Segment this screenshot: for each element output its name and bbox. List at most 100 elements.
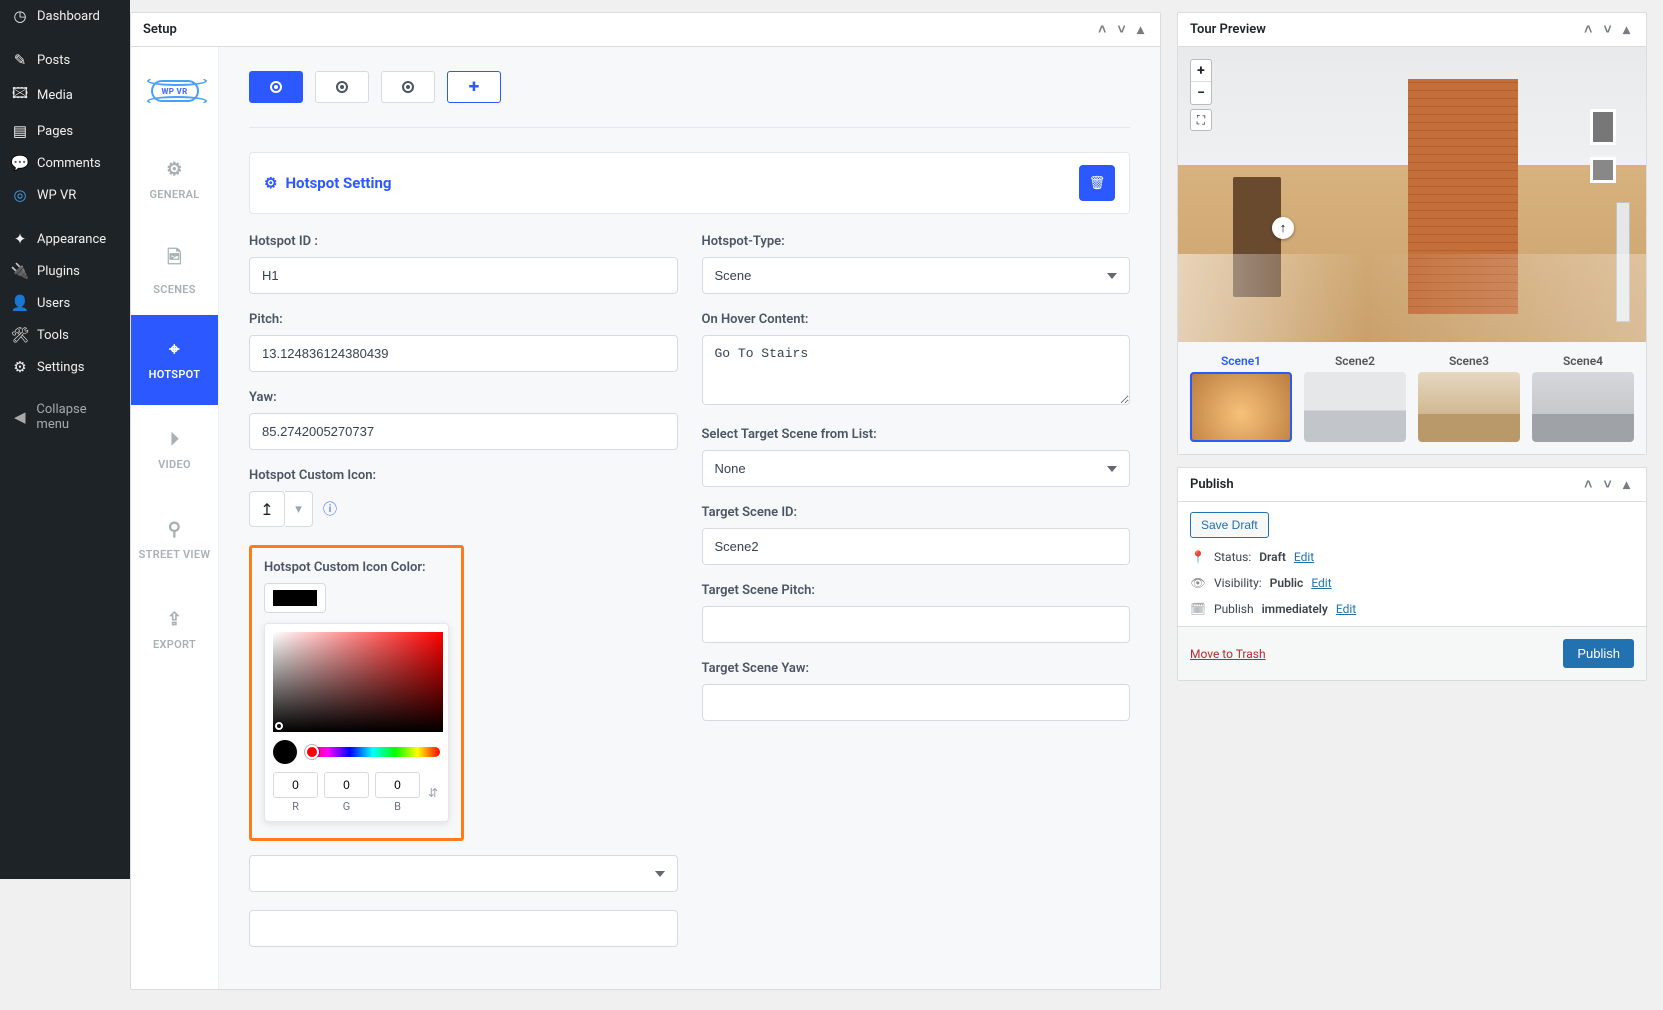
chevron-down-icon: ▾ xyxy=(295,502,302,517)
streetview-icon: ⚲ xyxy=(168,519,181,540)
extra-select-1[interactable] xyxy=(249,855,678,892)
scene-thumb-1[interactable]: Scene1 xyxy=(1190,354,1292,442)
zoom-out-button[interactable]: − xyxy=(1191,82,1211,104)
settings-icon: ⚙ xyxy=(10,358,30,376)
arrow-up-icon: ↥ xyxy=(260,500,273,519)
scene-thumb-4[interactable]: Scene4 xyxy=(1532,354,1634,442)
pitch-label: Pitch: xyxy=(249,312,678,327)
hotspot-type-label: Hotspot-Type: xyxy=(702,234,1131,249)
fullscreen-button[interactable]: ⛶ xyxy=(1190,109,1212,131)
wp-admin-sidebar: ◷Dashboard ✎Posts 🖾Media ▤Pages 💬Comment… xyxy=(0,0,130,879)
hotspot-type-select[interactable]: Scene xyxy=(702,257,1131,294)
pin-icon: ✎ xyxy=(10,51,30,69)
nav-wpvr[interactable]: ◎WP VR xyxy=(0,179,130,211)
tab-streetview[interactable]: ⚲STREET VIEW xyxy=(131,495,218,585)
hotspot-dot-icon xyxy=(270,81,282,93)
nav-appearance[interactable]: ✦Appearance xyxy=(0,223,130,255)
panel-down-icon[interactable]: ˅ xyxy=(1600,477,1616,493)
hotspot-add-button[interactable]: ✚ xyxy=(447,71,501,103)
hotspot-nav-3[interactable] xyxy=(381,71,435,103)
tab-general[interactable]: ⚙GENERAL xyxy=(131,135,218,225)
panel-up-icon[interactable]: ˄ xyxy=(1094,22,1110,38)
gear-icon: ⚙ xyxy=(264,174,277,192)
schedule-row: 🗓 Publish immediately Edit xyxy=(1190,602,1634,616)
wpvr-icon: ◎ xyxy=(10,186,30,204)
color-swatch-button[interactable] xyxy=(264,583,326,613)
tab-scenes[interactable]: 🖻SCENES xyxy=(131,225,218,315)
edit-visibility-link[interactable]: Edit xyxy=(1311,576,1331,590)
yaw-label: Yaw: xyxy=(249,390,678,405)
tab-export[interactable]: ⇪EXPORT xyxy=(131,585,218,675)
color-saturation-area[interactable] xyxy=(273,632,443,732)
extra-input-1[interactable] xyxy=(249,910,678,947)
panel-up-icon[interactable]: ˄ xyxy=(1580,477,1596,493)
hotspot-setting-header: ⚙Hotspot Setting 🗑 xyxy=(249,152,1130,214)
nav-users[interactable]: 👤Users xyxy=(0,287,130,319)
target-scene-select[interactable]: None xyxy=(702,450,1131,487)
hotspot-nav-2[interactable] xyxy=(315,71,369,103)
nav-dashboard[interactable]: ◷Dashboard xyxy=(0,0,130,32)
scene-thumb-2[interactable]: Scene2 xyxy=(1304,354,1406,442)
panel-toggle-icon[interactable]: ▴ xyxy=(1133,22,1148,38)
target-scene-list-label: Select Target Scene from List: xyxy=(702,427,1131,442)
icon-picker-preview[interactable]: ↥ xyxy=(249,491,285,527)
color-g-input[interactable] xyxy=(324,772,369,798)
target-yaw-input[interactable] xyxy=(702,684,1131,721)
arrow-up-icon: ↑ xyxy=(1280,220,1287,236)
hotspot-id-input[interactable] xyxy=(249,257,678,294)
on-hover-textarea[interactable]: Go To Stairs xyxy=(702,335,1131,405)
collapse-icon: ◀ xyxy=(10,408,29,426)
nav-plugins[interactable]: 🔌Plugins xyxy=(0,255,130,287)
panel-toggle-icon[interactable]: ▴ xyxy=(1619,477,1634,493)
color-r-input[interactable] xyxy=(273,772,318,798)
move-to-trash-link[interactable]: Move to Trash xyxy=(1190,647,1266,661)
target-pitch-input[interactable] xyxy=(702,606,1131,643)
publish-title: Publish xyxy=(1190,477,1234,492)
zoom-in-button[interactable]: + xyxy=(1191,60,1211,82)
panel-toggle-icon[interactable]: ▴ xyxy=(1619,22,1634,38)
tab-hotspot[interactable]: ⌖HOTSPOT xyxy=(131,315,218,405)
nav-tools[interactable]: 🛠Tools xyxy=(0,319,130,351)
nav-collapse[interactable]: ◀Collapse menu xyxy=(0,395,130,439)
save-draft-button[interactable]: Save Draft xyxy=(1190,512,1269,538)
color-format-toggle[interactable]: ⇵ xyxy=(426,772,440,813)
hotspot-config: ✚ ⚙Hotspot Setting 🗑 Hotspot ID : Pitch: xyxy=(219,47,1160,989)
setup-title: Setup xyxy=(143,22,177,37)
tour-preview-viewport[interactable]: + − ⛶ ↑ xyxy=(1178,47,1646,342)
edit-schedule-link[interactable]: Edit xyxy=(1336,602,1356,616)
edit-status-link[interactable]: Edit xyxy=(1294,550,1314,564)
color-cursor[interactable] xyxy=(275,722,283,730)
plugins-icon: 🔌 xyxy=(10,262,30,280)
info-icon[interactable]: ⓘ xyxy=(323,499,337,519)
hotspot-nav-1[interactable] xyxy=(249,71,303,103)
tab-video[interactable]: ⏵VIDEO xyxy=(131,405,218,495)
yaw-input[interactable] xyxy=(249,413,678,450)
pages-icon: ▤ xyxy=(10,122,30,140)
nav-pages[interactable]: ▤Pages xyxy=(0,115,130,147)
publish-button[interactable]: Publish xyxy=(1563,639,1634,668)
scene-thumb-3[interactable]: Scene3 xyxy=(1418,354,1520,442)
hotspot-id-label: Hotspot ID : xyxy=(249,234,678,249)
nav-settings[interactable]: ⚙Settings xyxy=(0,351,130,383)
panel-up-icon[interactable]: ˄ xyxy=(1580,22,1596,38)
custom-icon-label: Hotspot Custom Icon: xyxy=(249,468,678,483)
panel-down-icon[interactable]: ˅ xyxy=(1114,22,1130,38)
nav-comments[interactable]: 💬Comments xyxy=(0,147,130,179)
pitch-input[interactable] xyxy=(249,335,678,372)
nav-posts[interactable]: ✎Posts xyxy=(0,44,130,76)
publish-panel: Publish ˄ ˅ ▴ Save Draft 📍 Status: Draft… xyxy=(1177,467,1647,681)
icon-picker-dropdown[interactable]: ▾ xyxy=(285,491,313,527)
visibility-row: 👁 Visibility: Public Edit xyxy=(1190,576,1634,590)
hue-slider[interactable] xyxy=(305,747,440,757)
target-icon: ⌖ xyxy=(169,339,179,360)
hotspot-marker[interactable]: ↑ xyxy=(1272,217,1294,239)
target-scene-id-input[interactable] xyxy=(702,528,1131,565)
panel-down-icon[interactable]: ˅ xyxy=(1600,22,1616,38)
color-b-input[interactable] xyxy=(375,772,420,798)
delete-hotspot-button[interactable]: 🗑 xyxy=(1079,165,1115,201)
nav-media[interactable]: 🖾Media xyxy=(0,76,130,115)
status-row: 📍 Status: Draft Edit xyxy=(1190,550,1634,564)
hotspot-dot-icon xyxy=(402,81,414,93)
tour-preview-title: Tour Preview xyxy=(1190,22,1266,37)
hue-knob[interactable] xyxy=(305,745,319,759)
